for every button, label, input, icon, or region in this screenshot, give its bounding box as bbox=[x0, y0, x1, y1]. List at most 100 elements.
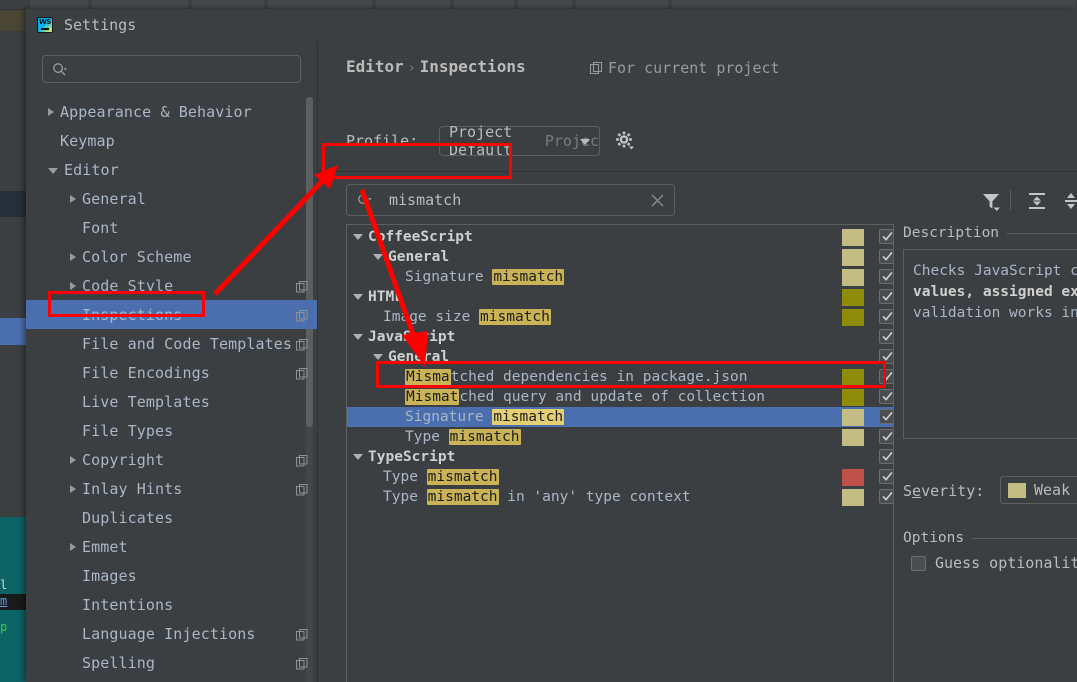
sidebar-item-file-and-code-templates[interactable]: File and Code Templates bbox=[26, 329, 317, 358]
inspection-enabled-checkbox[interactable] bbox=[879, 249, 893, 264]
chevron-right-icon[interactable] bbox=[70, 194, 76, 203]
chevron-down-icon[interactable] bbox=[353, 334, 363, 340]
inspection-tree-row[interactable]: TypeScript bbox=[347, 447, 893, 467]
chevron-down-icon[interactable] bbox=[373, 254, 383, 260]
sidebar-item-textmate-bundles[interactable]: TextMate Bundles bbox=[26, 677, 317, 682]
inspections-tree[interactable]: CoffeeScript General Signature mismatch HTM… bbox=[346, 224, 894, 682]
inspection-enabled-checkbox[interactable] bbox=[879, 229, 893, 244]
sidebar-item-intentions[interactable]: Intentions bbox=[26, 590, 317, 619]
inspection-tree-row[interactable]: Type mismatch bbox=[347, 427, 893, 447]
background-code-line-3: p bbox=[0, 620, 8, 634]
profile-dropdown[interactable]: Project Default Projec bbox=[439, 123, 600, 159]
inspection-tree-row[interactable]: Image size mismatch bbox=[347, 307, 893, 327]
inspection-tree-row[interactable]: Signature mismatch bbox=[347, 267, 893, 287]
copy-scope-icon bbox=[590, 61, 602, 74]
inspection-row-label: HTML bbox=[368, 289, 403, 305]
sidebar-item-code-style[interactable]: Code Style bbox=[26, 271, 317, 300]
inspection-row-label: Image size mismatch bbox=[383, 309, 551, 325]
clear-icon[interactable] bbox=[651, 194, 664, 207]
copy-scope-icon bbox=[296, 279, 308, 293]
inspection-row-prefix: Type bbox=[383, 469, 427, 485]
settings-nav-list[interactable]: Appearance & Behavior Keymap Editor General… bbox=[26, 97, 317, 682]
severity-row: Severity: Weak Warn bbox=[903, 476, 1077, 506]
sidebar-item-editor[interactable]: Editor bbox=[26, 155, 317, 184]
expand-all-icon[interactable] bbox=[1026, 190, 1048, 212]
inspection-enabled-checkbox[interactable] bbox=[879, 309, 893, 324]
chevron-right-icon[interactable] bbox=[70, 542, 76, 551]
sidebar-item-color-scheme[interactable]: Color Scheme bbox=[26, 242, 317, 271]
inspection-row-suffix: ched query and update of collection bbox=[459, 389, 765, 405]
inspection-enabled-checkbox[interactable] bbox=[879, 349, 893, 364]
inspection-enabled-checkbox[interactable] bbox=[879, 429, 893, 444]
inspection-tree-row[interactable]: Mismatched dependencies in package.json bbox=[347, 367, 893, 387]
sidebar-item-label: Intentions bbox=[82, 595, 174, 614]
chevron-right-icon[interactable] bbox=[48, 107, 54, 116]
inspection-tree-row[interactable]: Mismatched query and update of collectio… bbox=[347, 387, 893, 407]
copy-scope-icon bbox=[296, 627, 308, 641]
copy-scope-icon bbox=[296, 308, 308, 322]
sidebar-item-label: Emmet bbox=[82, 537, 128, 556]
inspection-row-label: General bbox=[388, 249, 449, 265]
sidebar-item-keymap[interactable]: Keymap bbox=[26, 126, 317, 155]
inspection-row-highlight: mismatch bbox=[448, 429, 521, 445]
inspection-tree-row[interactable]: JavaScript bbox=[347, 327, 893, 347]
inspection-tree-row[interactable]: CoffeeScript bbox=[347, 227, 893, 247]
sidebar-item-live-templates[interactable]: Live Templates bbox=[26, 387, 317, 416]
chevron-down-icon[interactable] bbox=[48, 168, 58, 174]
chevron-down-icon[interactable] bbox=[353, 294, 363, 300]
option-checkbox[interactable] bbox=[911, 555, 926, 571]
inspection-tree-row[interactable]: General bbox=[347, 347, 893, 367]
sidebar-item-inspections[interactable]: Inspections bbox=[26, 300, 317, 329]
inspection-enabled-checkbox[interactable] bbox=[879, 269, 893, 284]
settings-search-input[interactable] bbox=[42, 55, 301, 83]
inspection-tree-row[interactable]: Type mismatch in 'any' type context bbox=[347, 487, 893, 507]
sidebar-item-spelling[interactable]: Spelling bbox=[26, 648, 317, 677]
profile-label: Profile: bbox=[346, 132, 419, 150]
inspection-row-label: TypeScript bbox=[368, 449, 455, 465]
sidebar-item-inlay-hints[interactable]: Inlay Hints bbox=[26, 474, 317, 503]
background-topbar-segment bbox=[268, 0, 372, 9]
chevron-right-icon[interactable] bbox=[70, 281, 76, 290]
inspection-row-label: JavaScript bbox=[368, 329, 455, 345]
chevron-down-icon[interactable] bbox=[353, 454, 363, 460]
option-guess-optionality[interactable]: Guess optionality o bbox=[911, 554, 1077, 572]
sidebar-item-file-types[interactable]: File Types bbox=[26, 416, 317, 445]
chevron-right-icon[interactable] bbox=[70, 484, 76, 493]
inspection-enabled-checkbox[interactable] bbox=[879, 409, 893, 424]
inspections-search-input[interactable]: mismatch bbox=[346, 184, 675, 216]
inspection-tree-row[interactable]: General bbox=[347, 247, 893, 267]
collapse-all-icon[interactable] bbox=[1060, 190, 1077, 212]
background-topbar-segment bbox=[92, 0, 188, 9]
sidebar-item-general[interactable]: General bbox=[26, 184, 317, 213]
gear-icon[interactable] bbox=[614, 130, 634, 150]
inspection-tree-row[interactable]: Type mismatch bbox=[347, 467, 893, 487]
sidebar-item-images[interactable]: Images bbox=[26, 561, 317, 590]
chevron-down-icon[interactable] bbox=[353, 234, 363, 240]
sidebar-item-font[interactable]: Font bbox=[26, 213, 317, 242]
sidebar-item-appearance-behavior[interactable]: Appearance & Behavior bbox=[26, 97, 317, 126]
sidebar-item-file-encodings[interactable]: File Encodings bbox=[26, 358, 317, 387]
inspection-enabled-checkbox[interactable] bbox=[879, 289, 893, 304]
inspection-tree-row[interactable]: HTML bbox=[347, 287, 893, 307]
breadcrumb-parent[interactable]: Editor bbox=[346, 57, 404, 76]
filter-icon[interactable] bbox=[980, 190, 1002, 212]
chevron-down-icon[interactable] bbox=[373, 354, 383, 360]
chevron-right-icon[interactable] bbox=[70, 455, 76, 464]
sidebar-item-language-injections[interactable]: Language Injections bbox=[26, 619, 317, 648]
sidebar-item-label: File Types bbox=[82, 421, 174, 440]
inspection-enabled-checkbox[interactable] bbox=[879, 489, 893, 504]
inspection-enabled-checkbox[interactable] bbox=[879, 469, 893, 484]
inspection-enabled-checkbox[interactable] bbox=[879, 329, 893, 344]
inspection-enabled-checkbox[interactable] bbox=[879, 389, 893, 404]
inspection-enabled-checkbox[interactable] bbox=[879, 369, 893, 384]
severity-dropdown[interactable]: Weak Warn bbox=[1000, 476, 1077, 504]
sidebar-item-emmet[interactable]: Emmet bbox=[26, 532, 317, 561]
sidebar-item-duplicates[interactable]: Duplicates bbox=[26, 503, 317, 532]
background-topbar-segment bbox=[376, 0, 450, 9]
chevron-right-icon[interactable] bbox=[70, 252, 76, 261]
inspection-tree-row[interactable]: Signature mismatch bbox=[347, 407, 893, 427]
sidebar-item-label: Images bbox=[82, 566, 137, 585]
sidebar-item-copyright[interactable]: Copyright bbox=[26, 445, 317, 474]
inspection-enabled-checkbox[interactable] bbox=[879, 449, 893, 464]
sidebar-item-label: Language Injections bbox=[82, 624, 256, 643]
